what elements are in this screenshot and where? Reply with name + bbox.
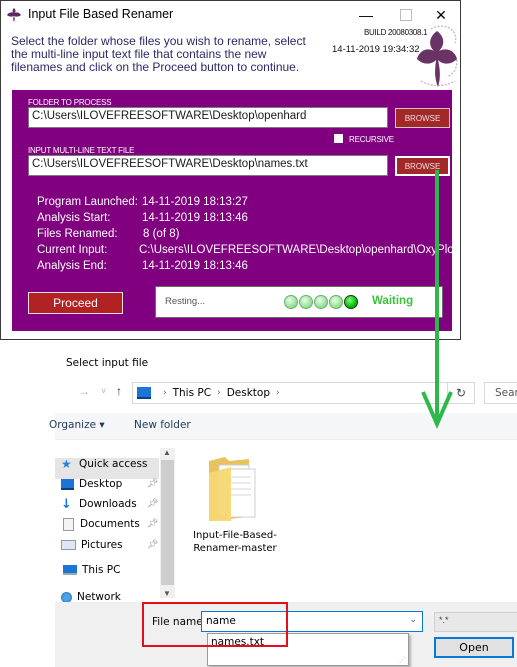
status-box: Resting... Waiting bbox=[155, 286, 443, 318]
computer-icon bbox=[63, 565, 77, 575]
stat-label: Analysis End: bbox=[37, 260, 107, 272]
stat-value: 14-11-2019 18:13:46 bbox=[142, 260, 248, 272]
organize-menu[interactable]: Organize ▾ bbox=[49, 419, 105, 431]
proceed-button[interactable]: Proceed bbox=[28, 292, 123, 314]
resize-grip-icon[interactable]: ⋰ bbox=[399, 656, 406, 664]
sidebar-item-label: Documents bbox=[80, 518, 140, 530]
stat-label: Program Launched: bbox=[37, 196, 139, 208]
stat-value: 14-11-2019 18:13:46 bbox=[142, 212, 248, 224]
scrollbar-thumb[interactable] bbox=[161, 460, 174, 585]
chevron-right-icon: › bbox=[217, 388, 221, 398]
sidebar-item-quick-access[interactable]: ★ Quick access bbox=[61, 455, 147, 473]
pin-icon[interactable]: 📌︎ bbox=[147, 518, 158, 529]
indicator-light-icon bbox=[284, 295, 298, 309]
sidebar-item-downloads[interactable]: ↓ Downloads bbox=[61, 495, 137, 513]
pin-icon[interactable]: 📌︎ bbox=[147, 498, 158, 509]
download-icon: ↓ bbox=[61, 496, 72, 512]
new-folder-button[interactable]: New folder bbox=[134, 419, 191, 431]
app-logo-icon bbox=[7, 8, 21, 22]
scroll-up-icon[interactable]: ▲ bbox=[163, 448, 171, 457]
status-state: Waiting bbox=[372, 295, 414, 307]
sidebar-item-label: Pictures bbox=[81, 539, 123, 551]
maximize-icon bbox=[400, 9, 412, 21]
chevron-down-icon[interactable]: ⌄ bbox=[409, 615, 417, 625]
search-input[interactable]: Search Desktop bbox=[484, 382, 517, 404]
title-bar[interactable]: Input File Based Renamer — ✕ bbox=[1, 1, 460, 29]
sidebar-item-label: This PC bbox=[82, 564, 121, 576]
stat-label: Files Renamed: bbox=[37, 228, 118, 240]
instructions-text: Select the folder whose files you wish t… bbox=[11, 34, 306, 74]
file-name-highlight-box bbox=[142, 602, 288, 647]
this-pc-icon bbox=[137, 387, 151, 399]
input-file-path-input[interactable]: C:\Users\ILOVEFREESOFTWARE\Desktop\names… bbox=[28, 155, 388, 176]
breadcrumb-item[interactable]: Desktop bbox=[227, 387, 270, 399]
input-file-label: INPUT MULTI-LINE TEXT FILE bbox=[28, 146, 135, 155]
desktop-icon bbox=[61, 478, 74, 490]
open-button[interactable]: Open bbox=[434, 637, 514, 658]
recent-locations-icon[interactable]: ˅ bbox=[101, 386, 106, 396]
renamer-window: Input File Based Renamer — ✕ Select the … bbox=[0, 0, 461, 340]
recursive-checkbox[interactable] bbox=[334, 134, 343, 143]
folder-label: FOLDER TO PROCESS bbox=[28, 98, 112, 107]
chevron-right-icon: › bbox=[276, 388, 280, 398]
search-placeholder: Search Desktop bbox=[495, 387, 517, 399]
recursive-label: RECURSIVE bbox=[349, 135, 394, 144]
file-type-filter[interactable]: *.* bbox=[434, 612, 517, 632]
sidebar-item-desktop[interactable]: Desktop bbox=[61, 475, 122, 493]
chevron-right-icon: › bbox=[163, 388, 167, 398]
pictures-icon bbox=[61, 540, 76, 550]
progress-indicators bbox=[284, 295, 358, 309]
star-icon: ★ bbox=[61, 456, 72, 471]
navigation-scrollbar[interactable]: ▲ ▼ bbox=[160, 448, 175, 598]
up-arrow-icon[interactable]: ↑ bbox=[116, 384, 122, 398]
pin-icon[interactable]: 📌︎ bbox=[147, 539, 158, 550]
sidebar-item-pictures[interactable]: Pictures bbox=[61, 536, 123, 554]
sidebar-item-documents[interactable]: Documents bbox=[61, 515, 140, 533]
minimize-icon: — bbox=[359, 7, 373, 23]
navigation-pane: ★ Quick access Desktop 📌︎ ↓ Downloads 📌︎… bbox=[55, 448, 160, 603]
folder-path-input[interactable]: C:\Users\ILOVEFREESOFTWARE\Desktop\openh… bbox=[28, 107, 388, 128]
breadcrumb-item[interactable]: This PC bbox=[173, 387, 211, 399]
sidebar-item-this-pc[interactable]: This PC bbox=[55, 561, 120, 579]
sidebar-item-label: Quick access bbox=[79, 458, 148, 470]
scroll-down-icon[interactable]: ▼ bbox=[163, 589, 171, 598]
stat-value: 14-11-2019 18:13:27 bbox=[142, 196, 248, 208]
main-panel: FOLDER TO PROCESS C:\Users\ILOVEFREESOFT… bbox=[12, 90, 457, 331]
stat-value: C:\Users\ILOVEFREESOFTWARE\Desktop\openh… bbox=[139, 244, 457, 256]
folder-name[interactable]: Input-File-Based-Renamer-master bbox=[190, 529, 280, 555]
brand-flower-logo bbox=[417, 25, 458, 87]
status-text: Resting... bbox=[165, 296, 206, 307]
sidebar-item-label: Downloads bbox=[79, 498, 137, 510]
folder-icon[interactable] bbox=[205, 451, 265, 523]
stat-label: Analysis Start: bbox=[37, 212, 111, 224]
network-icon bbox=[61, 591, 72, 603]
pin-icon[interactable]: 📌︎ bbox=[147, 478, 158, 489]
minimize-button[interactable]: — bbox=[346, 1, 386, 29]
sidebar-item-label: Desktop bbox=[79, 478, 123, 490]
documents-icon bbox=[63, 517, 74, 531]
indicator-light-active-icon bbox=[344, 295, 358, 309]
forward-arrow-icon[interactable]: → bbox=[78, 384, 90, 398]
address-bar[interactable]: › This PC › Desktop › ⌄ bbox=[132, 382, 448, 404]
browse-folder-button[interactable]: BROWSE bbox=[395, 108, 450, 128]
stat-value: 8 (of 8) bbox=[143, 228, 180, 240]
current-datetime: 14-11-2019 19:34:32 bbox=[332, 44, 420, 55]
stat-label: Current Input: bbox=[37, 244, 108, 256]
annotation-arrow-icon bbox=[421, 170, 453, 429]
indicator-light-icon bbox=[314, 295, 328, 309]
indicator-light-icon bbox=[299, 295, 313, 309]
indicator-light-icon bbox=[329, 295, 343, 309]
dialog-title: Select input file bbox=[66, 357, 149, 369]
window-title: Input File Based Renamer bbox=[28, 7, 174, 21]
